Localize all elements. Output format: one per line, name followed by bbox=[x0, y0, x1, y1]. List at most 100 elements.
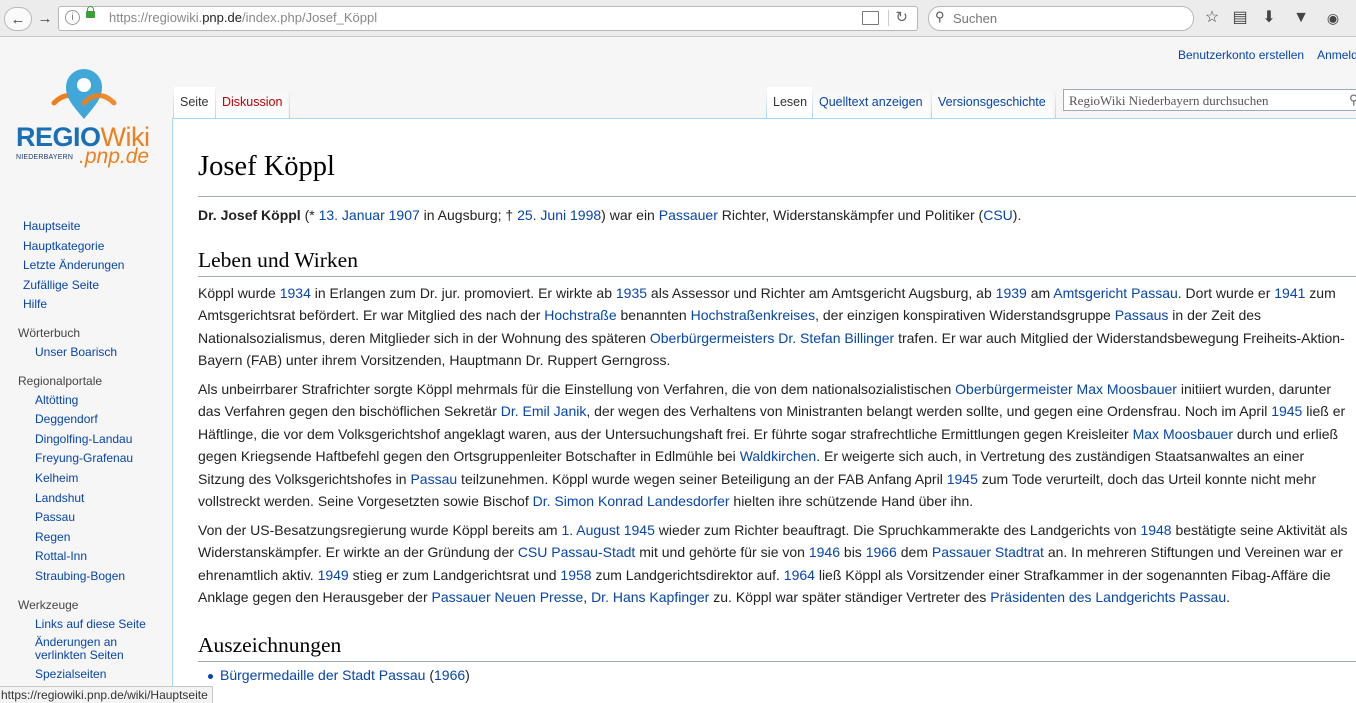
article-link[interactable]: 1945 bbox=[1271, 403, 1302, 419]
award-medal-link[interactable]: Bürgermedaille der Stadt Passau bbox=[220, 667, 425, 683]
wiki-search-input[interactable]: RegioWiki Niederbayern durchsuchen bbox=[1063, 89, 1356, 111]
create-account-link[interactable]: Benutzerkonto erstellen bbox=[1178, 48, 1304, 62]
location-pin-icon bbox=[51, 69, 117, 119]
sidebar-item-landshut[interactable]: Landshut bbox=[0, 489, 170, 509]
forward-icon[interactable]: → bbox=[33, 7, 57, 29]
article-link[interactable]: 1934 bbox=[280, 285, 311, 301]
tab-divider bbox=[289, 89, 290, 119]
sidebar: Hauptseite Hauptkategorie Letzte Änderun… bbox=[0, 217, 170, 685]
article-content: Josef Köppl Dr. Josef Köppl (* 13. Janua… bbox=[172, 118, 1356, 702]
tab-versionsgeschichte[interactable]: Versionsgeschichte bbox=[932, 87, 1052, 119]
sidebar-navigation: Hauptseite Hauptkategorie Letzte Änderun… bbox=[0, 217, 170, 315]
sidebar-item-aenderungen-an-verlinkten-seiten[interactable]: Änderungen an verlinkten Seiten bbox=[0, 634, 170, 665]
article-link[interactable]: Oberbürgermeister Max Moosbauer bbox=[955, 381, 1177, 397]
article-link[interactable]: 1958 bbox=[560, 567, 591, 583]
pocket-icon[interactable]: ▼ bbox=[1292, 9, 1310, 27]
article-link[interactable]: Amtsgericht Passau bbox=[1053, 285, 1178, 301]
article-link[interactable]: 1949 bbox=[318, 567, 349, 583]
reload-icon[interactable]: ↻ bbox=[895, 8, 908, 26]
portal-regionalportale: Regionalportale Altötting Deggendorf Din… bbox=[0, 371, 170, 587]
sidebar-item-passau[interactable]: Passau bbox=[0, 508, 170, 528]
section-divider bbox=[198, 661, 1356, 662]
sidebar-item-altoetting[interactable]: Altötting bbox=[0, 391, 170, 411]
tab-diskussion[interactable]: Diskussion bbox=[216, 87, 289, 119]
paragraph-2: Als unbeirrbarer Strafrichter sorgte Köp… bbox=[198, 381, 1346, 510]
article-link[interactable]: 1935 bbox=[616, 285, 647, 301]
personal-tools: Benutzerkonto erstellen Anmelden bbox=[1178, 48, 1356, 62]
death-date-link[interactable]: 25. Juni 1998 bbox=[517, 207, 601, 223]
sidebar-item-rottal-inn[interactable]: Rottal-Inn bbox=[0, 547, 170, 567]
article-link[interactable]: Waldkirchen bbox=[740, 448, 817, 464]
section-divider bbox=[198, 276, 1356, 277]
article-link[interactable]: Passauer Neuen Presse bbox=[432, 589, 584, 605]
article-link[interactable]: 1964 bbox=[784, 567, 815, 583]
extension-icon[interactable]: ◉ bbox=[1324, 9, 1342, 27]
article-link[interactable]: Oberbürgermeisters Dr. Stefan Billinger bbox=[650, 330, 894, 346]
portal-werkzeuge: Werkzeuge Links auf diese Seite Änderung… bbox=[0, 595, 170, 685]
sidebar-item-kelheim[interactable]: Kelheim bbox=[0, 469, 170, 489]
article-link[interactable]: 1. August 1945 bbox=[561, 522, 654, 538]
logo-region: NIEDERBAYERN bbox=[16, 154, 74, 161]
portal-woerterbuch: Wörterbuch Unser Boarisch bbox=[0, 323, 170, 363]
lock-icon bbox=[86, 6, 95, 18]
passauer-link[interactable]: Passauer bbox=[659, 207, 718, 223]
sidebar-item-regen[interactable]: Regen bbox=[0, 528, 170, 548]
browser-search-box[interactable]: ⚲ Suchen bbox=[928, 6, 1194, 31]
sidebar-item-straubing-bogen[interactable]: Straubing-Bogen bbox=[0, 567, 170, 587]
sidebar-item-spezialseiten[interactable]: Spezialseiten bbox=[0, 665, 170, 685]
sidebar-item-zufaellige-seite[interactable]: Zufällige Seite bbox=[0, 276, 170, 296]
article-link[interactable]: Dr. Simon Konrad Landesdorfer bbox=[533, 493, 730, 509]
article-link[interactable]: Passaus bbox=[1115, 307, 1169, 323]
reader-view-icon[interactable] bbox=[862, 11, 879, 25]
bookmark-star-icon[interactable]: ☆ bbox=[1203, 9, 1221, 27]
paragraph-1: Köppl wurde 1934 in Erlangen zum Dr. jur… bbox=[198, 285, 1345, 369]
browser-search-placeholder: Suchen bbox=[953, 11, 998, 26]
url-text[interactable]: https://regiowiki.pnp.de/index.php/Josef… bbox=[109, 10, 377, 25]
sidebar-item-deggendorf[interactable]: Deggendorf bbox=[0, 410, 170, 430]
sidebar-item-hauptkategorie[interactable]: Hauptkategorie bbox=[0, 237, 170, 257]
article-link[interactable]: Passauer Stadtrat bbox=[932, 544, 1044, 560]
sidebar-item-unser-boarisch[interactable]: Unser Boarisch bbox=[0, 343, 170, 363]
article-link[interactable]: Passau bbox=[410, 471, 457, 487]
tab-seite[interactable]: Seite bbox=[174, 87, 215, 119]
article-link[interactable]: Hochstraße bbox=[544, 307, 616, 323]
sidebar-item-hauptseite[interactable]: Hauptseite bbox=[0, 217, 170, 237]
section-heading-leben: Leben und Wirken bbox=[198, 248, 358, 272]
library-icon[interactable]: ▤ bbox=[1231, 9, 1249, 27]
tab-quelltext-anzeigen[interactable]: Quelltext anzeigen bbox=[813, 87, 929, 119]
sidebar-item-dingolfing-landau[interactable]: Dingolfing-Landau bbox=[0, 430, 170, 450]
article-link[interactable]: Hochstraßenkreises bbox=[691, 307, 816, 323]
browser-toolbar: ← → i https://regiowiki.pnp.de/index.php… bbox=[0, 0, 1356, 37]
article-link[interactable]: 1948 bbox=[1140, 522, 1171, 538]
paragraph-3: Von der US-Besatzungsregierung wurde Köp… bbox=[198, 522, 1348, 606]
sidebar-item-freyung-grafenau[interactable]: Freyung-Grafenau bbox=[0, 449, 170, 469]
back-icon[interactable]: ← bbox=[4, 7, 32, 31]
logo-domain: .pnp.de bbox=[79, 145, 150, 168]
search-icon: ⚲ bbox=[935, 9, 945, 24]
article-link[interactable]: 1939 bbox=[996, 285, 1027, 301]
awards-list: Bürgermedaille der Stadt Passau (1966) bbox=[198, 664, 470, 686]
csu-link[interactable]: CSU bbox=[983, 207, 1013, 223]
birth-date-link[interactable]: 13. Januar 1907 bbox=[319, 207, 420, 223]
download-icon[interactable]: ⬇ bbox=[1260, 9, 1278, 27]
article-link[interactable]: CSU Passau-Stadt bbox=[518, 544, 636, 560]
sidebar-item-links-auf-diese-seite[interactable]: Links auf diese Seite bbox=[0, 615, 170, 635]
article-link[interactable]: 1946 bbox=[809, 544, 840, 560]
article-link[interactable]: 1941 bbox=[1274, 285, 1305, 301]
article-link[interactable]: Dr. Hans Kapfinger bbox=[591, 589, 709, 605]
login-link[interactable]: Anmelden bbox=[1317, 48, 1356, 62]
article-link[interactable]: 1966 bbox=[866, 544, 897, 560]
site-logo[interactable]: REGIOWiki NIEDERBAYERN .pnp.de bbox=[14, 63, 156, 183]
article-link[interactable]: Dr. Emil Janik bbox=[501, 403, 587, 419]
award-year-link[interactable]: 1966 bbox=[434, 667, 465, 683]
sidebar-item-letzte-aenderungen[interactable]: Letzte Änderungen bbox=[0, 256, 170, 276]
wiki-search-icon[interactable]: ⚲ bbox=[1349, 92, 1356, 108]
sidebar-item-hilfe[interactable]: Hilfe bbox=[0, 295, 170, 315]
article-link[interactable]: Max Moosbauer bbox=[1133, 426, 1233, 442]
tab-lesen[interactable]: Lesen bbox=[767, 87, 814, 119]
info-icon[interactable]: i bbox=[65, 10, 80, 25]
article-link[interactable]: Präsidenten des Landgerichts Passau bbox=[990, 589, 1226, 605]
url-bar[interactable]: i https://regiowiki.pnp.de/index.php/Jos… bbox=[58, 6, 918, 31]
wiki-page: Benutzerkonto erstellen Anmelden REGIOWik… bbox=[0, 37, 1356, 702]
article-link[interactable]: 1945 bbox=[947, 471, 978, 487]
